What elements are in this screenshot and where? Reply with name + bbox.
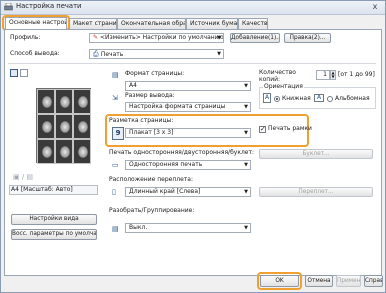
profile-edit-button[interactable]: Правка(2)... bbox=[284, 33, 331, 43]
printer-small-icon: ⎙ bbox=[93, 50, 101, 58]
close-icon[interactable]: x bbox=[369, 2, 381, 12]
window-title: Настройка печати bbox=[16, 2, 82, 10]
pencil-icon: ✎ bbox=[93, 34, 100, 41]
copies-stepper[interactable]: ▲ ▼ bbox=[330, 70, 336, 80]
layout-icon: 9 bbox=[112, 127, 124, 140]
help-button[interactable]: Справка bbox=[364, 275, 383, 287]
collate-label: Разобрать/Группирование: bbox=[109, 207, 195, 214]
chevron-down-icon: ▼ bbox=[217, 35, 221, 41]
collate-icon: ▤ bbox=[112, 225, 119, 233]
separator bbox=[8, 63, 376, 64]
apply-button[interactable]: Применить bbox=[336, 275, 361, 287]
copies-range: [от 1 до 99] bbox=[338, 71, 375, 78]
preview-cell bbox=[37, 89, 55, 114]
preview-caption: A4 [Масштаб: Авто] bbox=[11, 186, 73, 193]
chevron-down-icon: ▼ bbox=[244, 104, 248, 110]
preview-layout-icon[interactable] bbox=[10, 69, 18, 77]
chevron-down-icon: ▼ bbox=[244, 130, 248, 136]
output-size-select[interactable]: Настройка формата страницы ▼ bbox=[125, 102, 251, 112]
tab-finishing[interactable]: Окончательная обработка bbox=[117, 18, 186, 29]
view-settings-button[interactable]: Настройки вида bbox=[11, 214, 97, 225]
gutter-button[interactable]: Переплет... bbox=[259, 187, 373, 197]
binding-icon: ▯ bbox=[112, 188, 116, 196]
preview-cell bbox=[55, 114, 73, 139]
orientation-landscape-radio[interactable] bbox=[327, 96, 333, 102]
page-layout-label: Разметка страницы: bbox=[109, 117, 174, 124]
page-size-icon: ▤ bbox=[112, 71, 119, 79]
landscape-label: Альбомная bbox=[335, 95, 370, 102]
tab-quality[interactable]: Качество bbox=[238, 18, 268, 29]
duplex-select[interactable]: Односторонняя печать ▼ bbox=[125, 160, 251, 170]
portrait-icon: A bbox=[263, 93, 271, 103]
preview-status-icons: ▣ / ▤ bbox=[13, 173, 34, 181]
preview-cell bbox=[37, 139, 55, 164]
chevron-down-icon: ▼ bbox=[244, 83, 248, 89]
preview-cell bbox=[73, 89, 91, 114]
preview-cell bbox=[73, 139, 91, 164]
output-size-label: Размер вывода: bbox=[125, 92, 175, 99]
preview-cell bbox=[55, 139, 73, 164]
preview-cell bbox=[73, 114, 91, 139]
tab-page-layout[interactable]: Макет страницы bbox=[69, 18, 117, 29]
page-preview bbox=[36, 88, 91, 164]
collate-select[interactable]: Выкл. ▼ bbox=[125, 223, 251, 233]
chevron-down-icon: ▼ bbox=[244, 189, 248, 195]
profile-label: Профиль: bbox=[10, 34, 41, 41]
tab-paper-source[interactable]: Источник бумаги bbox=[186, 18, 238, 29]
orientation-label: Ориентация bbox=[263, 83, 304, 91]
page-layout-select[interactable]: Плакат [3 x 3] ▼ bbox=[125, 128, 251, 138]
tab-basic-settings[interactable]: Основные настройки bbox=[5, 17, 67, 29]
page-size-select[interactable]: A4 ▼ bbox=[125, 81, 251, 91]
ok-button[interactable]: OK bbox=[260, 275, 299, 287]
page-size-label: Формат страницы: bbox=[125, 70, 185, 77]
preview-cell bbox=[55, 89, 73, 114]
binding-select[interactable]: Длинный край [Слева] ▼ bbox=[125, 187, 251, 197]
preview-cell bbox=[37, 114, 55, 139]
preview-settings-icon[interactable] bbox=[20, 69, 28, 77]
output-method-select[interactable]: ⎙ Печать ▼ bbox=[89, 49, 224, 59]
profile-select[interactable]: ✎ <Изменить> Настройки по умолчанию ▼ bbox=[89, 33, 224, 43]
copies-input[interactable]: 1 bbox=[316, 70, 330, 80]
print-borders-label: Печать рамки bbox=[268, 125, 312, 132]
cancel-button[interactable]: Отмена bbox=[305, 275, 333, 287]
chevron-down-icon: ▼ bbox=[244, 225, 248, 231]
output-size-icon: ⇲ bbox=[112, 94, 118, 102]
output-method-label: Способ вывода: bbox=[10, 50, 60, 57]
chevron-down-icon: ▼ bbox=[244, 162, 248, 168]
printer-icon bbox=[4, 2, 13, 11]
binding-label: Расположение переплета: bbox=[109, 176, 193, 183]
print-borders-checkbox[interactable] bbox=[259, 125, 266, 134]
booklet-button[interactable]: Буклет... bbox=[259, 149, 373, 159]
copies-label: Количество копий: bbox=[259, 69, 296, 83]
profile-add-button[interactable]: Добавление(1)... bbox=[230, 33, 280, 43]
landscape-icon: A bbox=[314, 94, 324, 102]
chevron-down-icon: ▼ bbox=[217, 51, 221, 57]
duplex-label: Печать односторонняя/двусторонняя/буклет… bbox=[109, 149, 254, 156]
duplex-icon: ▭ bbox=[112, 161, 119, 169]
orientation-portrait-radio[interactable] bbox=[274, 96, 280, 102]
portrait-label: Книжная bbox=[282, 95, 311, 102]
restore-defaults-button[interactable]: Восс. параметры по умолчанию bbox=[11, 229, 97, 240]
